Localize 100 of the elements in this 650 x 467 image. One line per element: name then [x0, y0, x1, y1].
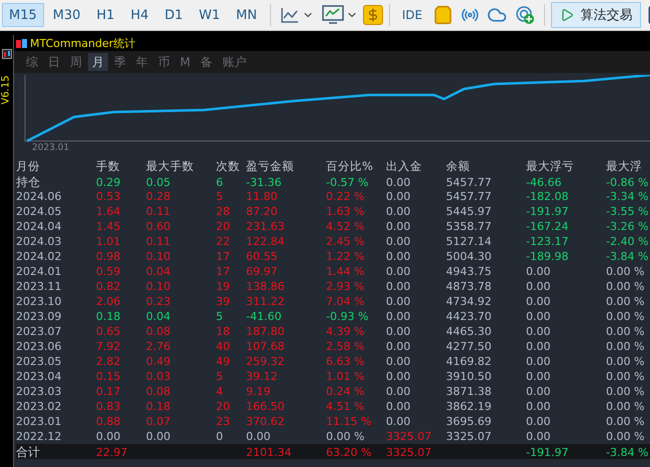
- table-cell-text: 7.04 %: [326, 295, 366, 308]
- table-cell-text: 0.00: [526, 325, 552, 338]
- table-cell-text: 1.63 %: [326, 205, 366, 218]
- period-tab[interactable]: 账户: [218, 53, 250, 71]
- table-cell-text: 0.00 %: [606, 340, 646, 353]
- table-cell-text: 0.04: [146, 310, 172, 323]
- period-tab[interactable]: M: [176, 53, 194, 71]
- period-tab[interactable]: 备: [196, 53, 216, 71]
- table-cell-text: 39.12: [246, 370, 278, 383]
- table-cell-text: 0.88: [96, 415, 122, 428]
- table-cell-text: 4943.75: [446, 265, 492, 278]
- table-cell-text: 0.03: [146, 370, 172, 383]
- table-cell-text: 20: [216, 220, 231, 233]
- table-cell-text: 0: [216, 430, 224, 443]
- table-cell-text: -0.57 %: [326, 176, 370, 189]
- table-cell-text: 231.63: [246, 220, 286, 233]
- algo-trading-button[interactable]: 算法交易: [551, 2, 642, 28]
- table-cell-text: 2024.01: [16, 265, 62, 278]
- table-cell-text: 0.10: [146, 250, 172, 263]
- timeframe-button[interactable]: H4: [124, 3, 156, 27]
- timeframe-button[interactable]: H1: [90, 3, 122, 27]
- table-cell-text: 0.15: [96, 370, 122, 383]
- table-cell-text: -189.98: [526, 250, 570, 263]
- table-cell-text: -0.93 %: [326, 310, 370, 323]
- period-tab[interactable]: 综: [22, 53, 42, 71]
- column-header: 最大浮亏: [526, 159, 575, 174]
- table-cell-text: 4277.50: [446, 340, 492, 353]
- table-cell-text: 0.00: [526, 430, 552, 443]
- period-tab[interactable]: 币: [154, 53, 174, 71]
- line-chart-icon: [280, 6, 300, 24]
- chart-tool-icon[interactable]: [2, 49, 12, 59]
- column-header: 月份: [16, 159, 41, 174]
- table-cell-text: 2.58 %: [326, 340, 366, 353]
- table-cell-text: 0.00 %: [606, 310, 646, 323]
- dollar-button[interactable]: [362, 5, 383, 25]
- table-cell-text: 3910.50: [446, 370, 492, 383]
- version-label: V6.15: [2, 75, 12, 105]
- table-cell-text: 5: [216, 370, 224, 383]
- table-cell-text: 0.00: [386, 340, 412, 353]
- axis-label: 2023.01: [32, 143, 70, 153]
- table-cell-text: 3871.38: [446, 385, 492, 398]
- table-cell-text: 0.00: [386, 250, 412, 263]
- table-cell-text: 39: [216, 295, 231, 308]
- table-cell-text: 259.32: [246, 355, 286, 368]
- table-cell-text: -3.84 %: [606, 446, 650, 459]
- table-cell-text: 0.00: [386, 205, 412, 218]
- table-cell-text: 0.00 %: [606, 280, 646, 293]
- table-cell-text: 63.20 %: [326, 446, 372, 459]
- signal-icon: [461, 6, 480, 24]
- table-cell-text: 4734.92: [446, 295, 492, 308]
- table-cell-text: 0.00: [96, 430, 122, 443]
- table-cell-text: 0.00: [386, 370, 412, 383]
- column-header: 手数: [96, 159, 121, 174]
- ide-button[interactable]: IDE: [396, 3, 428, 27]
- timeframe-button[interactable]: M30: [46, 3, 88, 27]
- table-cell-text: 0.04: [146, 265, 172, 278]
- table-cell-text: 4169.82: [446, 355, 492, 368]
- table-cell-text: 40: [216, 340, 231, 353]
- table-cell-text: 3325.07: [386, 446, 432, 459]
- table-cell-text: 2023.10: [16, 295, 62, 308]
- table-cell-text: 0.00: [386, 235, 412, 248]
- timeframe-button[interactable]: W1: [192, 3, 228, 27]
- table-cell-text: 2024.04: [16, 220, 62, 233]
- table-cell-text: 0.83: [96, 400, 122, 413]
- table-cell-text: 2022.12: [16, 430, 62, 443]
- table-cell-text: 1.44 %: [326, 265, 366, 278]
- timeframe-button[interactable]: MN: [229, 3, 264, 27]
- table-cell-text: 87.20: [246, 205, 278, 218]
- period-tab[interactable]: 周: [66, 53, 86, 71]
- table-cell-text: 0.17: [96, 385, 122, 398]
- table-cell-text: 22.97: [96, 446, 128, 459]
- table-cell-text: 3325.07: [446, 430, 492, 443]
- table-cell-text: 0.00: [386, 310, 412, 323]
- timeframe-button[interactable]: D1: [158, 3, 190, 27]
- table-cell-text: 0.00: [526, 280, 552, 293]
- table-cell-text: 0.00 %: [606, 355, 646, 368]
- timeframe-button[interactable]: M15: [2, 3, 44, 27]
- table-cell-text: 0.59: [96, 265, 122, 278]
- table-cell-text: 0.00 %: [606, 265, 646, 278]
- table-cell-text: 22: [216, 235, 231, 248]
- panel-title: MTCommander统计: [30, 36, 136, 50]
- table-cell-text: 3862.19: [446, 400, 492, 413]
- table-cell-text: 0.29: [96, 176, 122, 189]
- table-cell-text: 122.84: [246, 235, 286, 248]
- table-cell-text: 2.06: [96, 295, 122, 308]
- table-cell-text: 6.63 %: [326, 355, 366, 368]
- period-tab[interactable]: 日: [44, 53, 64, 71]
- table-cell-text: 7.92: [96, 340, 122, 353]
- period-tab[interactable]: 年: [132, 53, 152, 71]
- period-tab[interactable]: 季: [110, 53, 130, 71]
- table-cell-text: 2.76: [146, 340, 172, 353]
- table-cell-text: 0.08: [146, 385, 172, 398]
- table-cell-text: 0.00: [146, 430, 172, 443]
- period-tab[interactable]: 月: [88, 53, 108, 71]
- table-cell-text: 1.01 %: [326, 370, 366, 383]
- table-cell-text: 3695.69: [446, 415, 492, 428]
- table-cell-text: 0.05: [146, 176, 172, 189]
- table-cell-text: 0.18: [146, 400, 172, 413]
- table-cell-text: 0.00 %: [606, 385, 646, 398]
- table-cell-text: 0.00: [526, 295, 552, 308]
